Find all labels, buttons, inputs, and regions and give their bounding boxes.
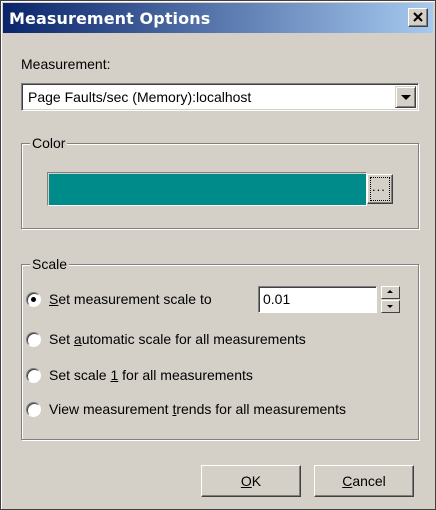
measurement-options-dialog: Measurement Options Measurement: Page Fa…	[0, 0, 436, 510]
radio-button[interactable]	[26, 368, 41, 383]
close-button[interactable]	[408, 8, 428, 27]
arrow-down-icon	[387, 305, 393, 308]
color-group-legend: Color	[30, 135, 68, 151]
measurement-label: Measurement:	[21, 56, 111, 72]
dropdown-button[interactable]	[395, 86, 416, 108]
color-swatch[interactable]	[47, 172, 367, 206]
color-browse-button[interactable]: ...	[367, 174, 393, 204]
radio-button[interactable]	[26, 332, 41, 347]
measurement-selected-value: Page Faults/sec (Memory):localhost	[28, 89, 252, 105]
scale-spinner[interactable]	[381, 286, 400, 313]
color-fill	[49, 174, 366, 205]
radio-button[interactable]	[26, 292, 41, 307]
chevron-down-icon	[401, 95, 411, 100]
measurement-dropdown[interactable]: Page Faults/sec (Memory):localhost	[21, 83, 419, 111]
spin-up-button[interactable]	[381, 286, 400, 299]
radio-label: View measurement trends for all measurem…	[49, 401, 346, 417]
scale-value: 0.01	[263, 291, 291, 307]
ok-button[interactable]: OK	[201, 465, 301, 497]
radio-label: Set scale 1 for all measurements	[49, 367, 253, 383]
close-icon	[413, 12, 423, 22]
radio-label: Set measurement scale to	[49, 291, 212, 307]
title-bar[interactable]: Measurement Options	[3, 3, 433, 33]
window-title: Measurement Options	[9, 9, 211, 28]
radio-button[interactable]	[26, 402, 41, 417]
ellipsis-label: ...	[372, 179, 386, 194]
cancel-button[interactable]: Cancel	[314, 465, 414, 497]
radio-selected-dot	[31, 297, 36, 302]
arrow-up-icon	[387, 290, 393, 293]
spin-down-button[interactable]	[381, 300, 400, 313]
color-group: Color ...	[21, 135, 419, 229]
scale-group-legend: Scale	[30, 256, 70, 272]
radio-label: Set automatic scale for all measurements	[49, 331, 306, 347]
scale-value-input[interactable]: 0.01	[258, 286, 377, 313]
